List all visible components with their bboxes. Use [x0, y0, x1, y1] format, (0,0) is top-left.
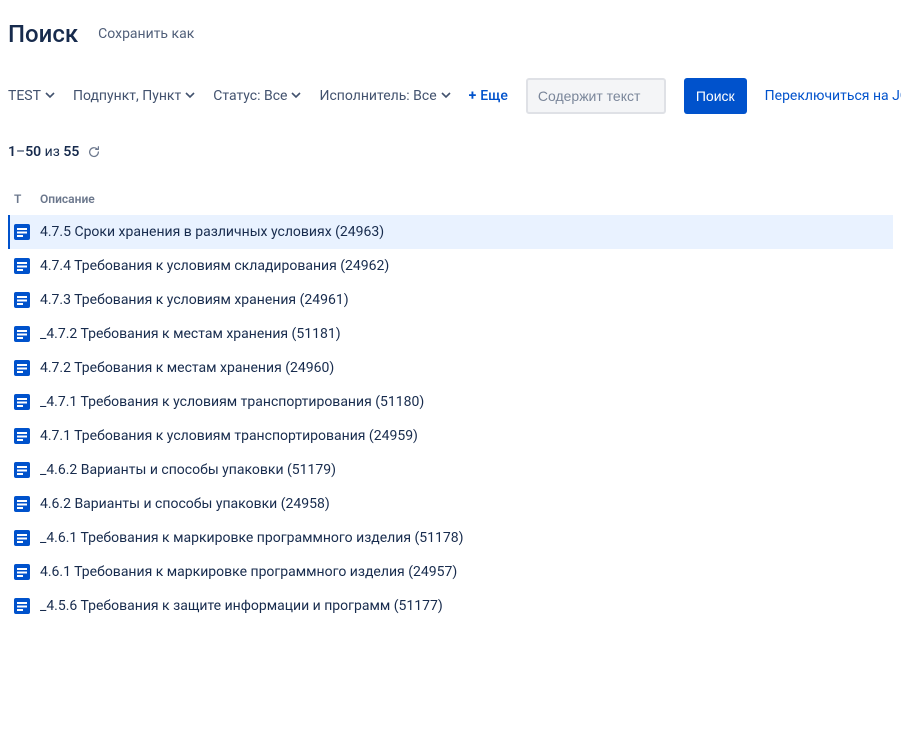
issue-type-icon	[14, 326, 40, 342]
table-header: Т Описание	[8, 184, 893, 215]
row-description: 4.6.1 Требования к маркировке программно…	[40, 564, 457, 580]
filter-project[interactable]: TEST	[8, 88, 55, 104]
row-description: 4.7.2 Требования к местам хранения (2496…	[40, 360, 334, 376]
chevron-down-icon	[185, 88, 195, 104]
search-button[interactable]: Поиск	[684, 78, 747, 114]
chevron-down-icon	[291, 88, 301, 104]
row-description: 4.7.3 Требования к условиям хранения (24…	[40, 292, 349, 308]
table-row[interactable]: 4.7.2 Требования к местам хранения (2496…	[8, 351, 893, 385]
plus-icon: +	[469, 88, 477, 104]
issue-type-icon	[14, 292, 40, 308]
column-header-description[interactable]: Описание	[40, 192, 887, 206]
table-row[interactable]: 4.7.1 Требования к условиям транспортиро…	[8, 419, 893, 453]
row-description: 4.7.4 Требования к условиям складировани…	[40, 258, 389, 274]
filter-assignee[interactable]: Исполнитель: Все	[319, 88, 450, 104]
filter-status-label: Статус: Все	[213, 88, 287, 104]
save-as-link[interactable]: Сохранить как	[98, 26, 194, 42]
table-row[interactable]: _4.6.1 Требования к маркировке программн…	[8, 521, 893, 555]
table-row[interactable]: 4.7.5 Сроки хранения в различных условия…	[8, 215, 893, 249]
count-total: 55	[63, 144, 79, 160]
result-count: 1–50 из 55	[8, 144, 893, 160]
filter-project-label: TEST	[8, 88, 41, 104]
count-of-word: из	[45, 144, 60, 160]
table-row[interactable]: _4.5.6 Требования к защите информации и …	[8, 589, 893, 623]
page-title: Поиск	[8, 20, 78, 48]
row-description: _4.7.2 Требования к местам хранения (511…	[40, 326, 341, 342]
issue-type-icon	[14, 360, 40, 376]
table-row[interactable]: 4.7.4 Требования к условиям складировани…	[8, 249, 893, 283]
chevron-down-icon	[441, 88, 451, 104]
more-filters-button[interactable]: + Еще	[469, 88, 508, 104]
filter-assignee-label: Исполнитель: Все	[319, 88, 436, 104]
column-header-type[interactable]: Т	[14, 192, 40, 206]
issue-type-icon	[14, 258, 40, 274]
search-input[interactable]	[526, 78, 666, 114]
table-row[interactable]: 4.7.3 Требования к условиям хранения (24…	[8, 283, 893, 317]
refresh-icon[interactable]	[87, 145, 101, 159]
more-filters-label: Еще	[480, 88, 508, 104]
table-row[interactable]: _4.7.2 Требования к местам хранения (511…	[8, 317, 893, 351]
row-description: 4.7.1 Требования к условиям транспортиро…	[40, 428, 418, 444]
issue-type-icon	[14, 496, 40, 512]
filter-type[interactable]: Подпункт, Пункт	[73, 88, 195, 104]
chevron-down-icon	[45, 88, 55, 104]
row-description: _4.7.1 Требования к условиям транспортир…	[40, 394, 424, 410]
table-row[interactable]: 4.6.1 Требования к маркировке программно…	[8, 555, 893, 589]
table-row[interactable]: 4.6.2 Варианты и способы упаковки (24958…	[8, 487, 893, 521]
count-to: 50	[25, 144, 41, 160]
row-description: _4.5.6 Требования к защите информации и …	[40, 598, 443, 614]
row-description: 4.7.5 Сроки хранения в различных условия…	[40, 224, 384, 240]
issue-type-icon	[14, 462, 40, 478]
table-row[interactable]: _4.6.2 Варианты и способы упаковки (5117…	[8, 453, 893, 487]
switch-to-jql-link[interactable]: Переключиться на JQL	[765, 88, 901, 104]
issue-type-icon	[14, 224, 40, 240]
issue-type-icon	[14, 428, 40, 444]
filter-type-label: Подпункт, Пункт	[73, 88, 181, 104]
issue-type-icon	[14, 530, 40, 546]
issue-type-icon	[14, 564, 40, 580]
row-description: _4.6.1 Требования к маркировке программн…	[40, 530, 464, 546]
table-row[interactable]: _4.7.1 Требования к условиям транспортир…	[8, 385, 893, 419]
count-from: 1	[8, 144, 16, 160]
issue-type-icon	[14, 598, 40, 614]
row-description: 4.6.2 Варианты и способы упаковки (24958…	[40, 496, 330, 512]
issue-type-icon	[14, 394, 40, 410]
filter-status[interactable]: Статус: Все	[213, 88, 301, 104]
row-description: _4.6.2 Варианты и способы упаковки (5117…	[40, 462, 336, 478]
